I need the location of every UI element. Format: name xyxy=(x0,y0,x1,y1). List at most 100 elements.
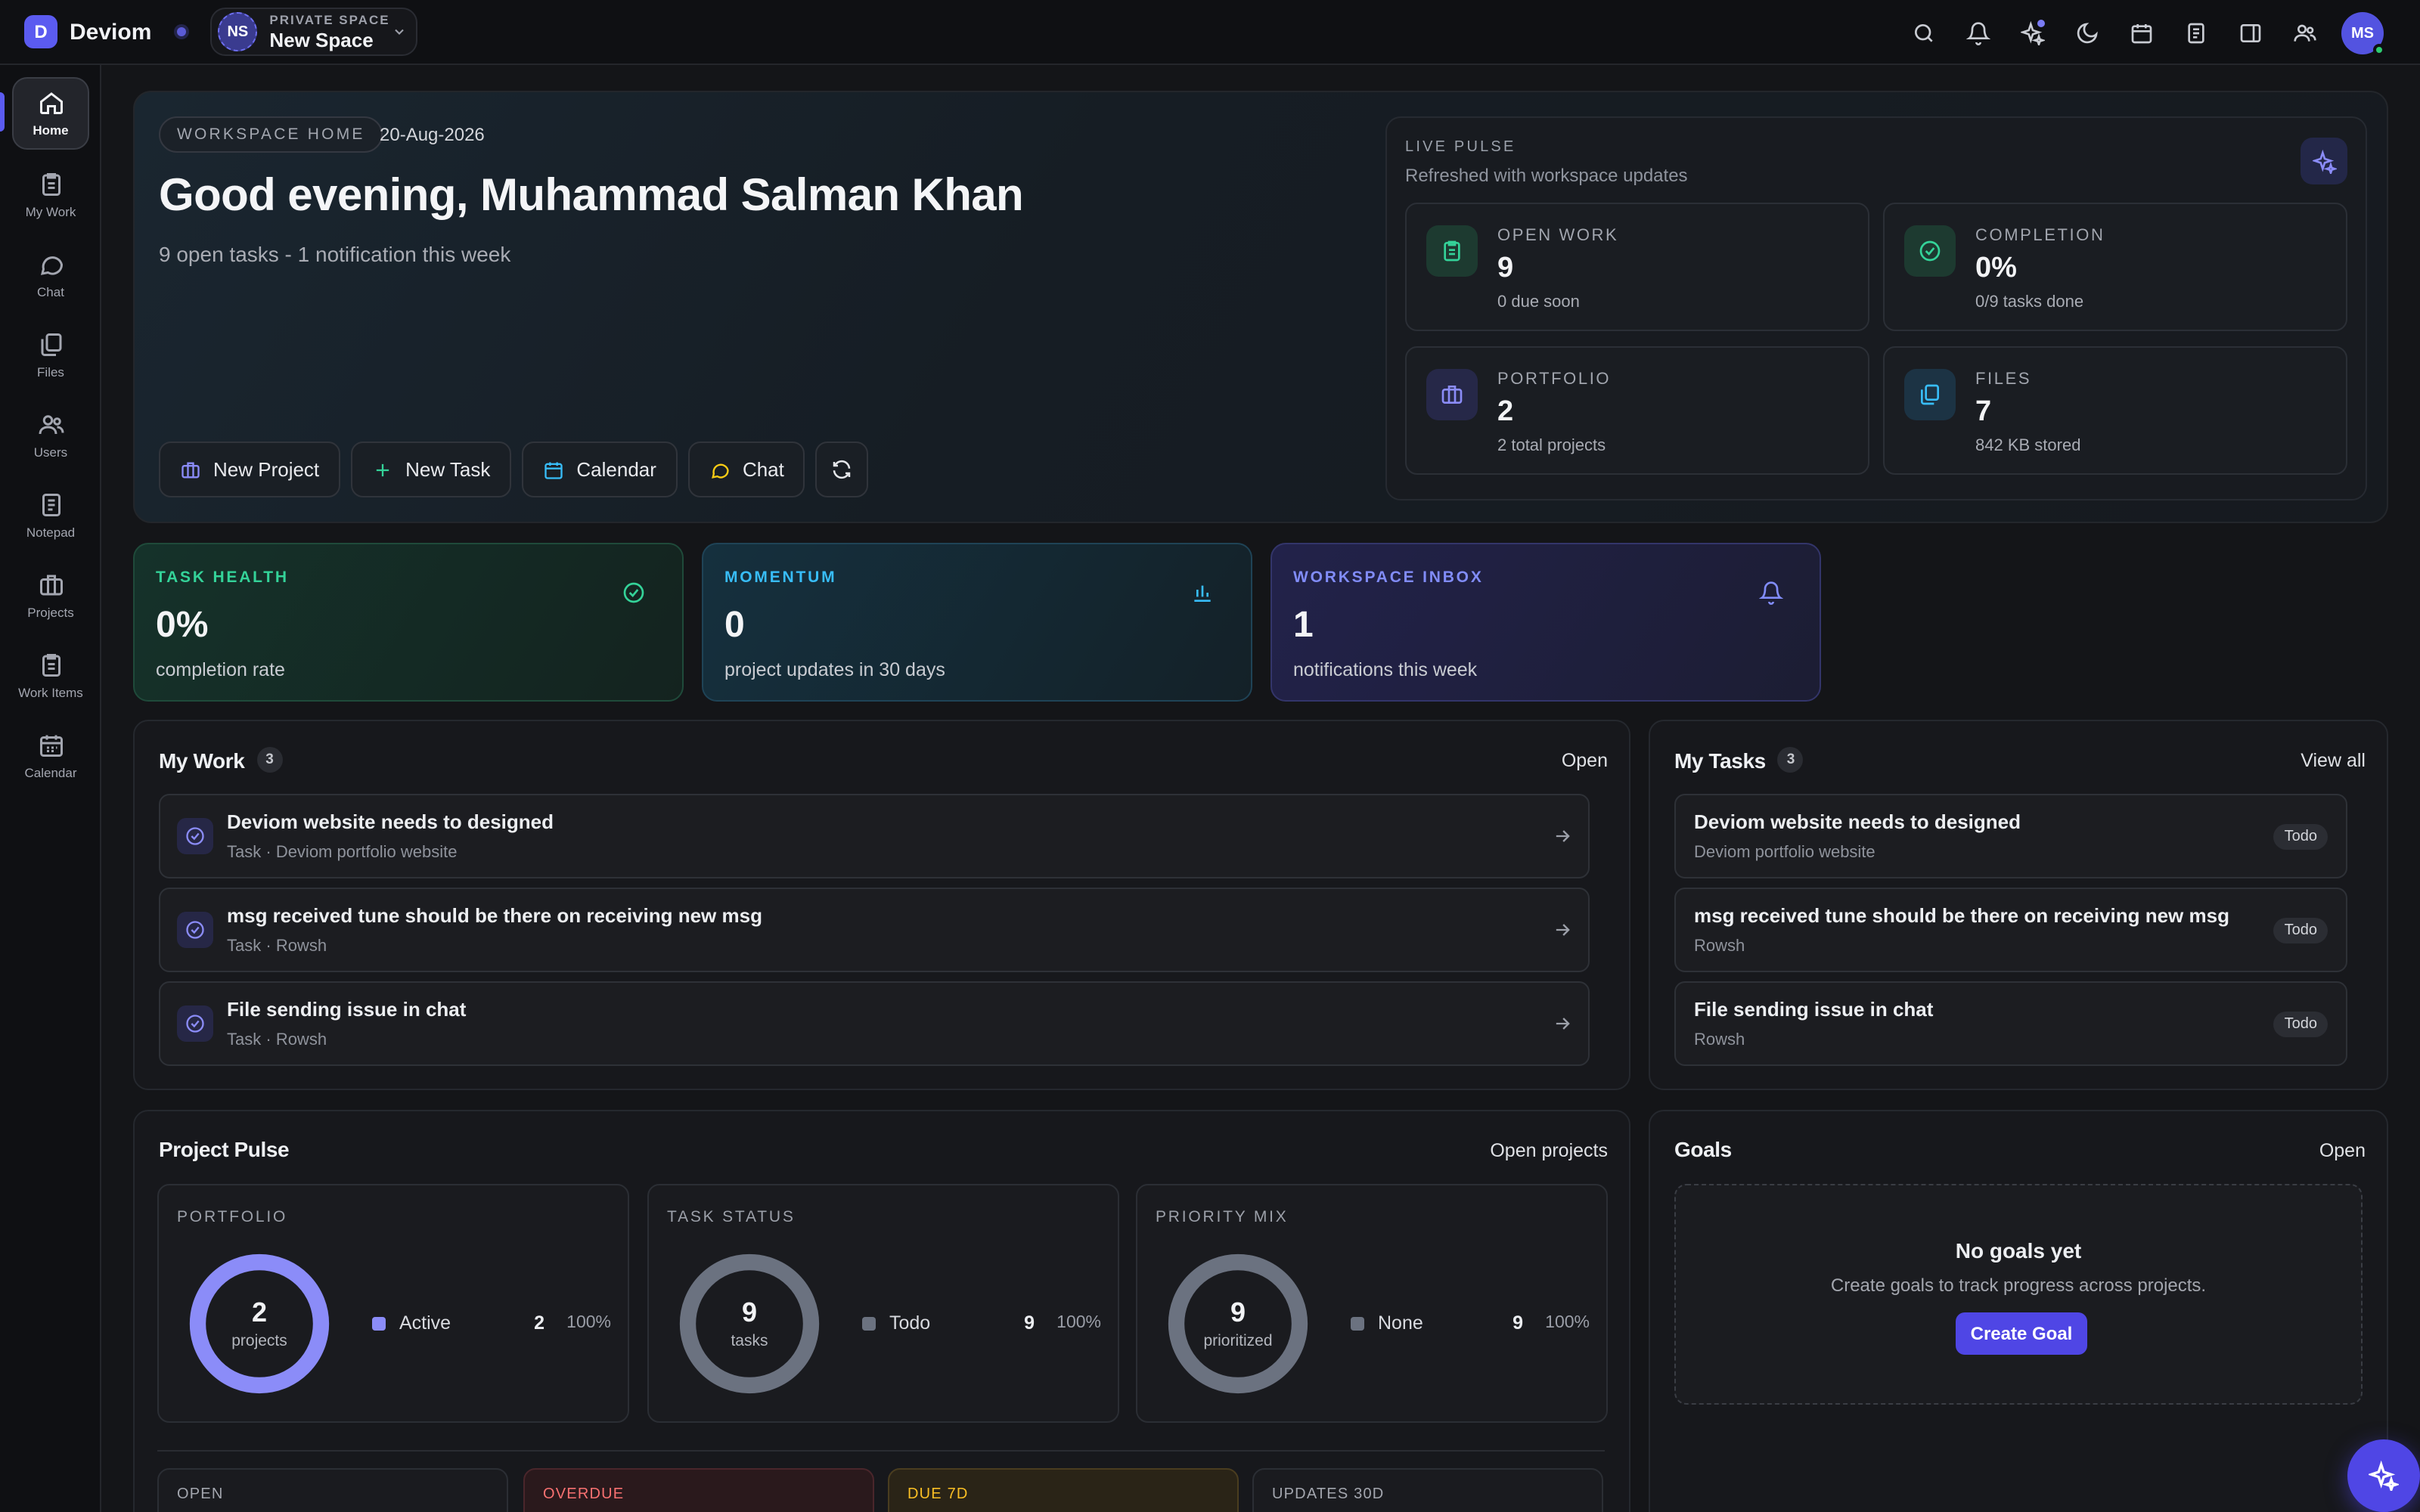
stat-sub: 2 total projects xyxy=(1497,437,1606,455)
button-label: New Project xyxy=(213,458,320,481)
kpi-momentum[interactable]: MOMENTUM 0 project updates in 30 days xyxy=(702,543,1252,702)
metric-label: OPEN xyxy=(177,1486,224,1503)
refresh-button[interactable] xyxy=(815,442,869,497)
kpi-value: 1 xyxy=(1293,605,1314,646)
users-icon[interactable] xyxy=(2278,11,2332,56)
chat-button[interactable]: Chat xyxy=(687,442,805,497)
brand[interactable]: D Deviom xyxy=(24,15,151,48)
task-row[interactable]: File sending issue in chat Rowsh Todo xyxy=(1674,981,2347,1066)
sidebar-item-work-items[interactable]: Work Items xyxy=(12,640,89,712)
kpi-workspace-inbox[interactable]: WORKSPACE INBOX 1 notifications this wee… xyxy=(1270,543,1821,702)
updates-30d-metric-card[interactable]: UPDATES 30D xyxy=(1252,1468,1603,1512)
briefcase-icon xyxy=(1426,369,1478,420)
task-status-card[interactable]: TASK STATUS 9 tasks Todo 9 100% xyxy=(647,1184,1119,1423)
task-row[interactable]: Deviom website needs to designed Deviom … xyxy=(1674,794,2347,878)
ai-assistant-button[interactable] xyxy=(2347,1439,2420,1512)
kpi-sub: completion rate xyxy=(156,659,285,680)
top-bar: D Deviom NS PRIVATE SPACE New Space MS xyxy=(0,0,2420,65)
user-avatar[interactable]: MS xyxy=(2341,12,2385,56)
clipboard-icon xyxy=(42,173,60,196)
task-project: Rowsh xyxy=(1694,937,1745,956)
due-7d-metric-card[interactable]: DUE 7D xyxy=(888,1468,1239,1512)
hero-panel: WORKSPACE HOME 20-Aug-2026 Good evening,… xyxy=(133,91,2388,523)
open-projects-link[interactable]: Open projects xyxy=(1490,1140,1608,1161)
moon-icon[interactable] xyxy=(2060,11,2114,56)
calendar-button[interactable]: Calendar xyxy=(522,442,678,497)
check-circle-icon xyxy=(622,581,646,605)
donut-total: 2 xyxy=(251,1297,267,1328)
stat-open-work[interactable]: OPEN WORK 9 0 due soon xyxy=(1405,203,1869,331)
sidebar-item-notepad[interactable]: Notepad xyxy=(12,479,89,552)
status-badge: Todo xyxy=(2273,824,2328,850)
new-task-button[interactable]: New Task xyxy=(351,442,512,497)
task-project: Deviom portfolio website xyxy=(1694,844,1876,862)
sidebar-item-calendar[interactable]: Calendar xyxy=(12,720,89,792)
legend-swatch xyxy=(372,1316,386,1330)
ai-sparkle-icon[interactable] xyxy=(2006,11,2060,56)
notepad-icon xyxy=(42,494,60,516)
status-badge: Todo xyxy=(2273,1012,2328,1037)
work-item-row[interactable]: File sending issue in chat Task · Rowsh xyxy=(159,981,1590,1066)
hero-date: 20-Aug-2026 xyxy=(380,124,485,145)
kpi-label: TASK HEALTH xyxy=(156,569,289,587)
work-item-project: Rowsh xyxy=(275,937,327,956)
panel-icon[interactable] xyxy=(2223,11,2278,56)
ai-sparkle-button[interactable] xyxy=(2301,138,2347,184)
card-label: PRIORITY MIX xyxy=(1156,1208,1289,1226)
sidebar-item-chat[interactable]: Chat xyxy=(12,239,89,311)
work-item-row[interactable]: msg received tune should be there on rec… xyxy=(159,888,1590,972)
notepad-icon[interactable] xyxy=(2169,11,2223,56)
my-work-panel: My Work 3 Open Deviom website needs to de… xyxy=(133,720,1630,1090)
kpi-task-health[interactable]: TASK HEALTH 0% completion rate xyxy=(133,543,684,702)
card-label: TASK STATUS xyxy=(667,1208,796,1226)
stat-completion[interactable]: COMPLETION 0% 0/9 tasks done xyxy=(1883,203,2347,331)
sidebar-item-home[interactable]: Home xyxy=(12,77,89,150)
task-title: Deviom website needs to designed xyxy=(1694,810,2021,833)
arrow-right-icon xyxy=(1552,1013,1573,1034)
bell-icon[interactable] xyxy=(1951,11,2006,56)
home-icon xyxy=(39,92,62,114)
stat-label: OPEN WORK xyxy=(1497,227,1619,245)
work-item-row[interactable]: Deviom website needs to designed Task · … xyxy=(159,794,1590,878)
kpi-value: 0 xyxy=(724,605,745,646)
stat-portfolio[interactable]: PORTFOLIO 2 2 total projects xyxy=(1405,346,1869,475)
my-tasks-panel: My Tasks 3 View all Deviom website needs … xyxy=(1649,720,2388,1090)
my-tasks-title: My Tasks xyxy=(1674,748,1766,772)
open-metric-card[interactable]: OPEN xyxy=(157,1468,508,1512)
new-project-button[interactable]: New Project xyxy=(159,442,341,497)
space-name: New Space xyxy=(269,29,374,52)
legend-percent: 100% xyxy=(566,1314,611,1332)
task-row[interactable]: msg received tune should be there on rec… xyxy=(1674,888,2347,972)
stat-files[interactable]: FILES 7 842 KB stored xyxy=(1883,346,2347,475)
sidebar-item-my-work[interactable]: My Work xyxy=(12,159,89,231)
view-all-link[interactable]: View all xyxy=(2301,750,2366,771)
check-circle-icon xyxy=(177,912,213,948)
my-work-open-link[interactable]: Open xyxy=(1562,750,1608,771)
goals-open-link[interactable]: Open xyxy=(2319,1140,2366,1161)
portfolio-card[interactable]: PORTFOLIO 2 projects Active 2 100% xyxy=(157,1184,629,1423)
sidebar-item-projects[interactable]: Projects xyxy=(12,559,89,632)
create-goal-button[interactable]: Create Goal xyxy=(1956,1312,2087,1355)
sidebar-label: Notepad xyxy=(26,525,76,540)
overdue-metric-card[interactable]: OVERDUE xyxy=(523,1468,874,1512)
legend-percent: 100% xyxy=(1056,1314,1101,1332)
donut-unit: tasks xyxy=(731,1332,768,1350)
sidebar-item-users[interactable]: Users xyxy=(12,399,89,472)
space-switcher[interactable]: NS PRIVATE SPACE New Space xyxy=(210,8,418,56)
priority-mix-card[interactable]: PRIORITY MIX 9 prioritized None 9 100% xyxy=(1136,1184,1608,1423)
check-circle-icon xyxy=(1904,225,1956,277)
calendar-icon xyxy=(544,461,563,479)
count-badge: 3 xyxy=(256,747,283,773)
search-icon[interactable] xyxy=(1897,11,1951,56)
sidebar: Home My Work Chat Files Users Notepad Pr… xyxy=(0,65,101,1512)
donut-unit: projects xyxy=(231,1332,287,1350)
ai-sparkle-icon xyxy=(2312,149,2336,173)
calendar-icon[interactable] xyxy=(2114,11,2169,56)
sidebar-item-files[interactable]: Files xyxy=(12,319,89,392)
work-item-meta: Task · Rowsh xyxy=(227,1031,327,1049)
legend-row: None 9 100% xyxy=(1351,1312,1590,1334)
work-item-title: File sending issue in chat xyxy=(227,998,467,1021)
empty-subtitle: Create goals to track progress across pr… xyxy=(1830,1275,2207,1296)
metric-label: UPDATES 30D xyxy=(1272,1486,1385,1503)
active-marker xyxy=(0,92,5,132)
